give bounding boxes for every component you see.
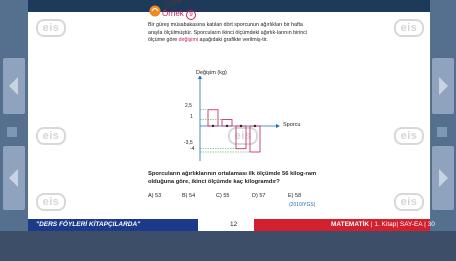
example-label: Örnek: [162, 9, 184, 18]
footer-subject: MATEMATİK: [331, 221, 370, 228]
example-heading: Örnek 9: [162, 9, 197, 20]
example-number-badge: 9: [186, 10, 197, 20]
chart-point: [253, 124, 257, 128]
option-c[interactable]: C) 55: [216, 193, 229, 199]
y-axis-arrow-icon: [198, 76, 202, 79]
next-section-button[interactable]: [432, 146, 454, 210]
question-text-part: aşağıdaki grafikte verilmiş-tir.: [198, 37, 268, 44]
top-band: [0, 0, 456, 12]
previous-page-button[interactable]: [3, 58, 25, 114]
chart-bar: [207, 109, 219, 127]
chart-point: [211, 124, 215, 128]
page-number: 12: [230, 221, 238, 228]
option-e[interactable]: E) 58: [288, 193, 301, 199]
chart-bar: [235, 125, 247, 150]
chart-bar: [249, 125, 261, 153]
option-b[interactable]: B) 54: [182, 193, 195, 199]
previous-section-button[interactable]: [3, 146, 25, 210]
watermark-logo: eis: [394, 192, 424, 211]
stop-icon[interactable]: [437, 127, 447, 137]
chevron-left-icon: [9, 169, 18, 187]
next-page-button[interactable]: [432, 58, 454, 114]
watermark-logo: eis: [394, 126, 424, 145]
change-chart: [198, 76, 280, 161]
question-highlight: değişimi: [178, 37, 199, 44]
stop-icon[interactable]: [7, 127, 17, 137]
watermark-logo: eis: [36, 126, 66, 145]
bottom-band: [0, 231, 456, 261]
chevron-right-icon: [439, 169, 448, 187]
chart-point: [225, 124, 229, 128]
option-d[interactable]: D) 57: [252, 193, 265, 199]
question-intro: Bir güreş müsabakasına katılan dört spor…: [148, 22, 314, 45]
x-axis-arrow-icon: [276, 124, 280, 128]
footer-slogan: "DERS FÖYLERİ KİTAPÇILARDA": [36, 221, 141, 228]
chart-point: [239, 124, 243, 128]
chevron-left-icon: [9, 77, 18, 95]
chevron-right-icon: [439, 77, 448, 95]
footer-book-details: | 1. Kitap| SAY-EA | 30: [369, 221, 435, 228]
watermark-logo: eis: [36, 18, 66, 37]
question-source: (2010/YGS): [289, 202, 316, 208]
option-a[interactable]: A) 53: [148, 193, 161, 199]
watermark-logo: eis: [36, 192, 66, 211]
footer-book-info: MATEMATİK | 1. Kitap| SAY-EA | 30: [331, 221, 435, 228]
watermark-logo: eis: [394, 18, 424, 37]
question-prompt: Sporcuların ağırlıklarının ortalaması il…: [148, 171, 317, 185]
